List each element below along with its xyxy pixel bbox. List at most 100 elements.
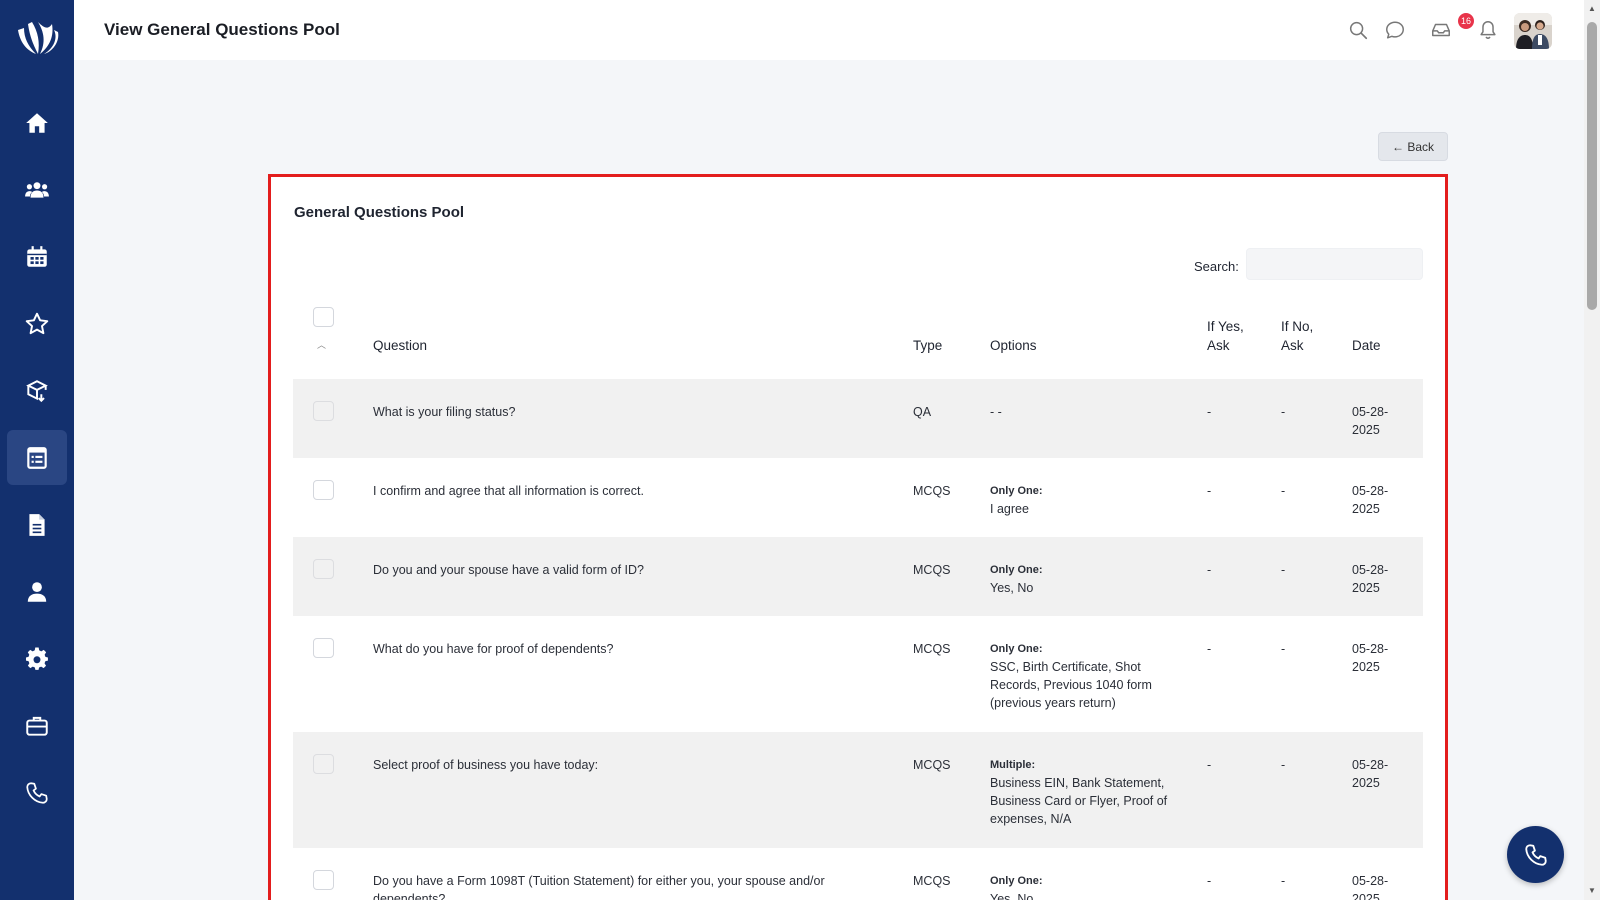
cell-type: MCQS [913,642,951,656]
questions-list-icon [27,446,47,469]
row-select-cell [293,848,365,900]
option-values: I agree [990,502,1029,516]
column-header-if-no[interactable]: If No, Ask [1273,307,1344,379]
cell-if-yes: - [1207,642,1212,656]
cell-question: What is your filing status? [365,379,905,458]
search-label: Search: [1194,259,1239,274]
cell-if-yes: - [1207,484,1212,498]
nav-packages[interactable] [7,363,67,418]
cell-if-no: - [1273,537,1344,616]
table-header-row: ︿ Question Type Options If Yes, Ask If No… [293,307,1423,379]
table-row[interactable]: Do you have a Form 1098T (Tuition Statem… [293,848,1423,900]
search-icon[interactable] [1346,18,1370,42]
scroll-down-arrow[interactable]: ▼ [1586,886,1598,896]
row-select-cell [293,458,365,537]
table-row[interactable]: What is your filing status? QA - - - - 0… [293,379,1423,458]
if-no-line2: Ask [1281,338,1304,353]
chat-icon[interactable] [1383,18,1407,42]
row-select-cell [293,379,365,458]
row-checkbox[interactable] [313,754,334,774]
table-row[interactable]: Select proof of business you have today:… [293,732,1423,848]
table-row[interactable]: Do you and your spouse have a valid form… [293,537,1423,616]
users-icon [25,181,49,198]
page-title: View General Questions Pool [104,20,340,39]
cell-if-no: - [1281,874,1286,888]
row-checkbox[interactable] [313,401,334,421]
option-values: - - [990,405,1002,419]
row-checkbox[interactable] [313,559,334,579]
cell-type: QA [905,379,982,458]
column-header-date[interactable]: Date [1344,307,1423,379]
if-no-line1: If No, [1281,319,1314,334]
cell-question: Do you and your spouse have a valid form… [365,537,905,616]
user-icon [27,581,47,602]
nav-clients[interactable] [7,162,67,217]
cell-options: Only One: SSC, Birth Certificate, Shot Re… [982,616,1199,732]
bell-icon[interactable] [1476,18,1500,42]
option-values: Yes, No [990,581,1034,595]
cell-type: MCQS [913,874,951,888]
option-values: SSC, Birth Certificate, Shot Records, Pr… [990,660,1152,710]
cell-options: Only One: Yes, No [982,537,1199,616]
cell-if-no: - [1273,379,1344,458]
cell-date: 05-28-2025 [1344,379,1423,458]
cell-date: 05-28-2025 [1352,874,1389,900]
avatar[interactable] [1514,13,1552,49]
row-checkbox[interactable] [313,480,334,500]
nav-business[interactable] [7,698,67,753]
back-button[interactable]: ← Back [1378,132,1448,161]
cell-if-no: - [1281,642,1286,656]
option-label: Only One: [990,875,1043,887]
select-all-header: ︿ [293,307,365,379]
column-header-type[interactable]: Type [905,307,982,379]
nav-home[interactable] [7,95,67,150]
search-input[interactable] [1246,248,1423,280]
row-select-cell [293,732,365,848]
option-label: Only One: [990,564,1043,576]
home-icon [26,112,48,133]
row-checkbox[interactable] [313,638,334,658]
nav-favorites[interactable] [7,296,67,351]
nav-profile[interactable] [7,564,67,619]
brand-logo[interactable] [14,16,60,58]
cell-if-yes: - [1207,874,1212,888]
cell-question: I confirm and agree that all information… [373,484,644,498]
inbox-icon[interactable] [1429,18,1453,42]
sort-asc-icon[interactable]: ︿ [317,336,357,355]
option-values: Yes, No [990,892,1034,900]
column-header-options[interactable]: Options [982,307,1199,379]
phone-icon [26,781,48,804]
cell-question: Do you have a Form 1098T (Tuition Statem… [373,874,825,900]
scroll-up-arrow[interactable]: ▲ [1586,4,1598,14]
cell-options: - - [982,379,1199,458]
card-title: General Questions Pool [294,204,465,221]
nav-documents[interactable] [7,497,67,552]
cell-date: 05-28-2025 [1344,537,1423,616]
call-button[interactable] [1507,826,1564,883]
nav-settings[interactable] [7,631,67,686]
cell-type: MCQS [905,732,982,848]
notification-badge: 16 [1458,13,1475,29]
cell-date: 05-28-2025 [1352,484,1389,516]
column-header-question[interactable]: Question [365,307,905,379]
phone-icon [1524,843,1547,866]
scroll-thumb[interactable] [1587,22,1597,310]
row-select-cell [293,537,365,616]
sidebar [0,0,74,900]
gear-icon [25,646,48,670]
select-all-checkbox[interactable] [313,307,334,327]
option-label: Multiple: [990,759,1036,771]
if-yes-line2: Ask [1207,338,1230,353]
nav-calls[interactable] [7,765,67,820]
cell-if-yes: - [1199,537,1273,616]
column-header-if-yes[interactable]: If Yes, Ask [1199,307,1273,379]
questions-pool-card: General Questions Pool Search: ︿ Questio… [268,174,1448,900]
calendar-icon [27,245,47,267]
nav-calendar[interactable] [7,229,67,284]
cell-if-no: - [1281,484,1286,498]
table-row[interactable]: What do you have for proof of dependents… [293,616,1423,732]
table-row[interactable]: I confirm and agree that all information… [293,458,1423,537]
nav-questions[interactable] [7,430,67,485]
row-checkbox[interactable] [313,870,334,890]
star-icon [25,312,49,334]
